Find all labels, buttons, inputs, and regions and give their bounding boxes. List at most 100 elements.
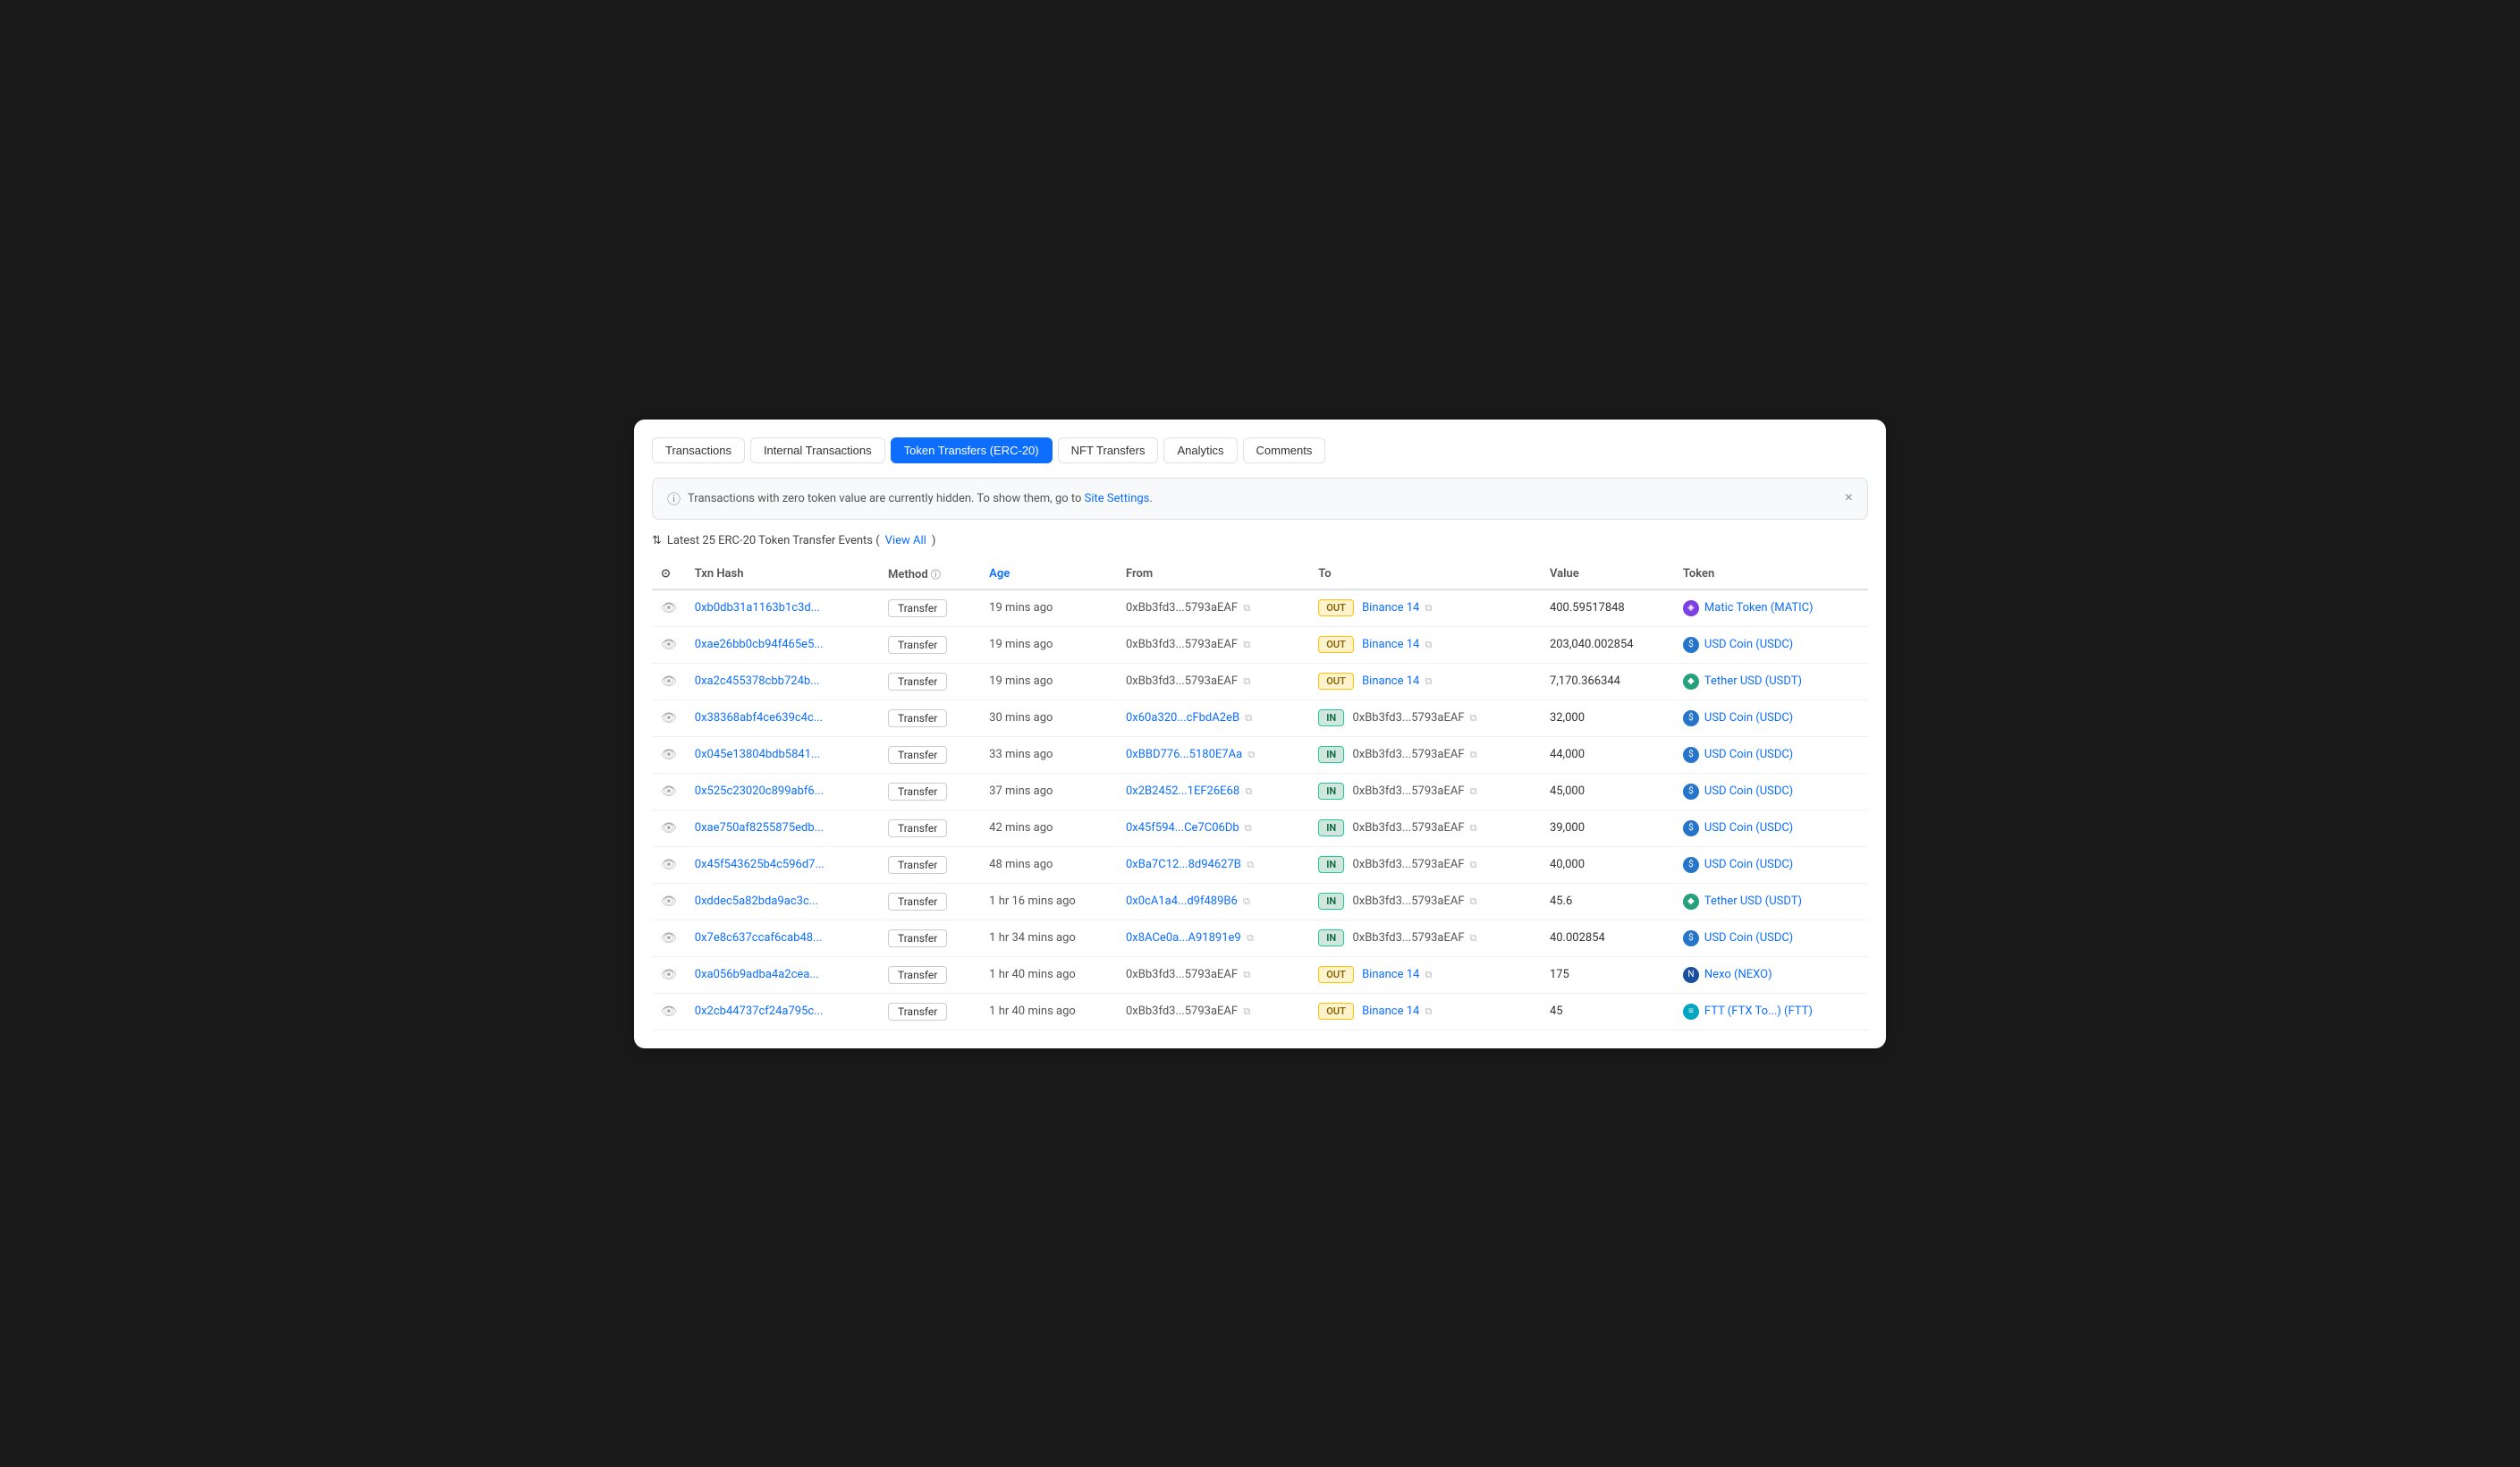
token-link[interactable]: USD Coin (USDC): [1704, 711, 1793, 725]
token-link[interactable]: Tether USD (USDT): [1704, 895, 1802, 908]
to-link[interactable]: Binance 14: [1362, 601, 1419, 615]
from-cell: 0xBa7C12...8d94627B ⧉: [1117, 846, 1309, 883]
txhash-cell: 0x525c23020c899abf6...: [686, 773, 879, 810]
table-row: 👁 0x38368abf4ce639c4c... Transfer 30 min…: [652, 700, 1868, 736]
tab-analytics[interactable]: Analytics: [1163, 437, 1237, 463]
eye-icon[interactable]: 👁: [661, 674, 677, 689]
to-copy-icon[interactable]: ⧉: [1425, 969, 1433, 980]
txhash-link[interactable]: 0x45f543625b4c596d7...: [695, 858, 824, 871]
eye-icon[interactable]: 👁: [661, 784, 677, 799]
token-link[interactable]: Tether USD (USDT): [1704, 674, 1802, 688]
txhash-cell: 0x7e8c637ccaf6cab48...: [686, 920, 879, 956]
txhash-link[interactable]: 0x7e8c637ccaf6cab48...: [695, 931, 823, 945]
from-link[interactable]: 0x60a320...cFbdA2eB: [1126, 711, 1239, 725]
from-copy-icon[interactable]: ⧉: [1247, 859, 1254, 870]
view-all-link[interactable]: View All: [885, 534, 926, 547]
eye-icon[interactable]: 👁: [661, 711, 677, 725]
from-copy-icon[interactable]: ⧉: [1243, 675, 1250, 687]
txhash-cell: 0xa2c455378cbb724b...: [686, 663, 879, 700]
to-link[interactable]: Binance 14: [1362, 638, 1419, 651]
eye-icon[interactable]: 👁: [661, 601, 677, 615]
txhash-link[interactable]: 0xa056b9adba4a2cea...: [695, 968, 819, 981]
method-info-icon[interactable]: ⓘ: [931, 569, 941, 581]
eye-icon[interactable]: 👁: [661, 858, 677, 872]
txhash-link[interactable]: 0xa2c455378cbb724b...: [695, 674, 820, 688]
from-copy-icon[interactable]: ⧉: [1247, 932, 1254, 944]
token-link[interactable]: USD Coin (USDC): [1704, 784, 1793, 798]
alert-close-button[interactable]: ×: [1845, 490, 1853, 506]
txhash-link[interactable]: 0xddec5a82bda9ac3c...: [695, 895, 818, 908]
from-link[interactable]: 0xBa7C12...8d94627B: [1126, 858, 1241, 871]
txhash-link[interactable]: 0xae750af8255875edb...: [695, 821, 824, 835]
eye-cell: 👁: [652, 589, 686, 627]
token-icon: $: [1683, 784, 1699, 800]
from-link[interactable]: 0xBBD776...5180E7Aa: [1126, 748, 1242, 761]
tab-nft-transfers[interactable]: NFT Transfers: [1058, 437, 1159, 463]
to-copy-icon[interactable]: ⧉: [1470, 932, 1477, 944]
to-copy-icon[interactable]: ⧉: [1470, 895, 1477, 907]
txhash-link[interactable]: 0x045e13804bdb5841...: [695, 748, 821, 761]
eye-icon[interactable]: 👁: [661, 895, 677, 909]
from-copy-icon[interactable]: ⧉: [1245, 712, 1252, 724]
age-text: 1 hr 34 mins ago: [989, 931, 1076, 945]
to-copy-icon[interactable]: ⧉: [1470, 749, 1477, 760]
col-value: Value: [1541, 560, 1674, 589]
token-link[interactable]: USD Coin (USDC): [1704, 638, 1793, 651]
txhash-link[interactable]: 0xae26bb0cb94f465e5...: [695, 638, 824, 651]
token-icon: $: [1683, 747, 1699, 763]
from-link[interactable]: 0x2B2452...1EF26E68: [1126, 784, 1239, 798]
from-copy-icon[interactable]: ⧉: [1243, 639, 1250, 650]
from-copy-icon[interactable]: ⧉: [1243, 1005, 1250, 1017]
from-link[interactable]: 0x0cA1a4...d9f489B6: [1126, 895, 1238, 908]
txhash-link[interactable]: 0xb0db31a1163b1c3d...: [695, 601, 820, 615]
txhash-link[interactable]: 0x525c23020c899abf6...: [695, 784, 824, 798]
eye-icon[interactable]: 👁: [661, 968, 677, 982]
eye-icon[interactable]: 👁: [661, 1005, 677, 1019]
from-copy-icon[interactable]: ⧉: [1243, 969, 1250, 980]
tab-transactions[interactable]: Transactions: [652, 437, 745, 463]
value-cell: 45,000: [1541, 773, 1674, 810]
age-text: 1 hr 16 mins ago: [989, 895, 1076, 908]
token-info: $ USD Coin (USDC): [1683, 710, 1859, 726]
from-copy-icon[interactable]: ⧉: [1243, 602, 1250, 614]
eye-icon[interactable]: 👁: [661, 821, 677, 835]
tab-internal-transactions[interactable]: Internal Transactions: [750, 437, 885, 463]
token-link[interactable]: USD Coin (USDC): [1704, 748, 1793, 761]
txhash-link[interactable]: 0x38368abf4ce639c4c...: [695, 711, 823, 725]
token-link[interactable]: USD Coin (USDC): [1704, 821, 1793, 835]
method-badge: Transfer: [888, 783, 947, 801]
to-copy-icon[interactable]: ⧉: [1425, 675, 1433, 687]
tab-token-transfers--erc-20-[interactable]: Token Transfers (ERC-20): [891, 437, 1053, 463]
to-copy-icon[interactable]: ⧉: [1470, 859, 1477, 870]
col-age[interactable]: Age: [980, 560, 1117, 589]
to-copy-icon[interactable]: ⧉: [1425, 639, 1433, 650]
eye-icon[interactable]: 👁: [661, 638, 677, 652]
direction-cell: OUT Binance 14 ⧉: [1309, 956, 1541, 993]
eye-icon[interactable]: 👁: [661, 931, 677, 945]
to-copy-icon[interactable]: ⧉: [1425, 1005, 1433, 1017]
from-link[interactable]: 0x8ACe0a...A91891e9: [1126, 931, 1241, 945]
from-copy-icon[interactable]: ⧉: [1245, 822, 1252, 834]
to-copy-icon[interactable]: ⧉: [1470, 822, 1477, 834]
to-copy-icon[interactable]: ⧉: [1425, 602, 1433, 614]
to-link[interactable]: Binance 14: [1362, 1005, 1419, 1018]
txhash-link[interactable]: 0x2cb44737cf24a795c...: [695, 1005, 824, 1018]
token-link[interactable]: Nexo (NEXO): [1704, 968, 1772, 981]
eye-icon[interactable]: 👁: [661, 748, 677, 762]
from-copy-icon[interactable]: ⧉: [1243, 895, 1250, 907]
from-link[interactable]: 0x45f594...Ce7C06Db: [1126, 821, 1239, 835]
site-settings-link[interactable]: Site Settings: [1085, 492, 1150, 505]
token-link[interactable]: USD Coin (USDC): [1704, 931, 1793, 945]
tab-comments[interactable]: Comments: [1243, 437, 1326, 463]
to-link[interactable]: Binance 14: [1362, 674, 1419, 688]
age-cell: 30 mins ago: [980, 700, 1117, 736]
to-copy-icon[interactable]: ⧉: [1470, 785, 1477, 797]
token-link[interactable]: Matic Token (MATIC): [1704, 601, 1814, 615]
to-copy-icon[interactable]: ⧉: [1470, 712, 1477, 724]
method-cell: Transfer: [879, 773, 980, 810]
to-link[interactable]: Binance 14: [1362, 968, 1419, 981]
token-link[interactable]: USD Coin (USDC): [1704, 858, 1793, 871]
from-copy-icon[interactable]: ⧉: [1245, 785, 1252, 797]
from-copy-icon[interactable]: ⧉: [1247, 749, 1255, 760]
token-link[interactable]: FTT (FTX To...) (FTT): [1704, 1005, 1813, 1018]
